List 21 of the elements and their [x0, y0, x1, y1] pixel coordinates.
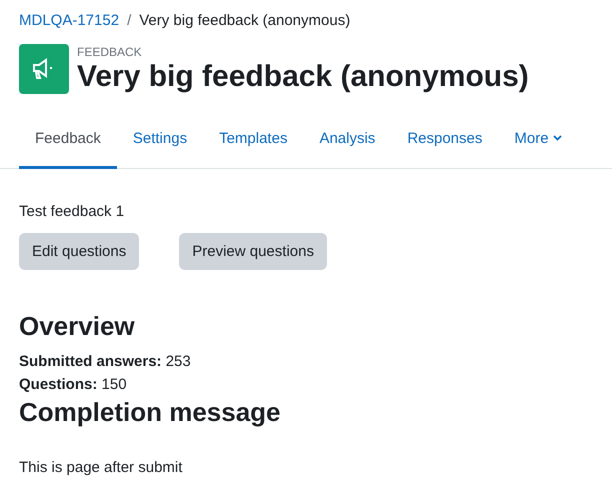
nav-tab[interactable]: Settings [116, 110, 204, 169]
stat-line: Submitted answers: 253 [19, 352, 192, 372]
nav-tab[interactable]: Responses [391, 110, 498, 169]
activity-type-label: FEEDBACK [77, 45, 143, 59]
page-title: Very big feedback (anonymous) [77, 59, 529, 95]
section-heading: Completion message [19, 396, 282, 428]
breadcrumb-current: Very big feedback (anonymous) [139, 12, 350, 28]
action-button[interactable]: Edit questions [19, 233, 140, 270]
nav-tab[interactable]: Analysis [303, 110, 392, 169]
breadcrumb-separator: / [127, 12, 132, 28]
section-heading: Overview [19, 310, 136, 342]
megaphone-icon [19, 44, 69, 94]
feedback-name: Test feedback 1 [19, 203, 126, 221]
chevron-down-icon [552, 135, 562, 141]
breadcrumb-link[interactable]: MDLQA-17152 [19, 12, 120, 28]
nav-tab[interactable]: Feedback [19, 110, 117, 169]
stat-line: Questions: 150 [19, 375, 128, 395]
completion-text: This is page after submit [19, 459, 184, 476]
more-menu-tab[interactable]: More [498, 110, 578, 169]
nav-tab[interactable]: Templates [203, 110, 304, 169]
action-button[interactable]: Preview questions [179, 233, 327, 270]
